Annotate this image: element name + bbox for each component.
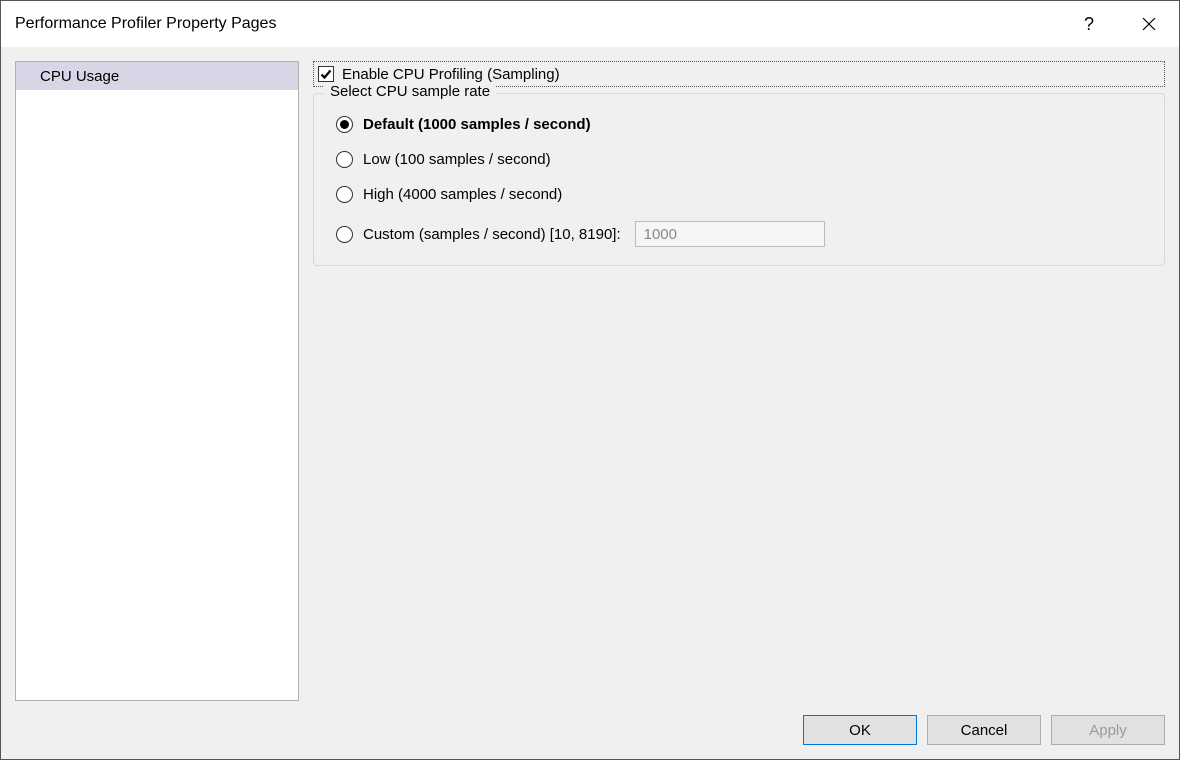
radio-row-custom[interactable]: Custom (samples / second) [10, 8190]: [336,221,1142,247]
radio-low-label: Low (100 samples / second) [363,151,551,168]
radio-row-low[interactable]: Low (100 samples / second) [336,151,1142,168]
property-pages-dialog: Performance Profiler Property Pages ? CP… [0,0,1180,760]
checkmark-icon [320,68,332,80]
custom-sample-rate-input[interactable] [635,221,825,247]
titlebar-controls: ? [1059,1,1179,47]
radio-row-high[interactable]: High (4000 samples / second) [336,186,1142,203]
sample-rate-radio-group: Default (1000 samples / second) Low (100… [336,116,1142,247]
main-area: CPU Usage Enable CPU Profiling (Sampling… [15,61,1165,701]
nav-item-cpu-usage[interactable]: CPU Usage [16,62,298,90]
apply-button[interactable]: Apply [1051,715,1165,745]
radio-default-label: Default (1000 samples / second) [363,116,591,133]
radio-custom-label: Custom (samples / second) [10, 8190]: [363,226,621,243]
category-nav: CPU Usage [15,61,299,701]
radio-row-default[interactable]: Default (1000 samples / second) [336,116,1142,133]
close-button[interactable] [1119,1,1179,47]
ok-button[interactable]: OK [803,715,917,745]
radio-high[interactable] [336,186,353,203]
settings-panel: Enable CPU Profiling (Sampling) Select C… [313,61,1165,701]
cancel-button[interactable]: Cancel [927,715,1041,745]
titlebar: Performance Profiler Property Pages ? [1,1,1179,47]
dialog-button-row: OK Cancel Apply [15,701,1165,745]
radio-high-label: High (4000 samples / second) [363,186,562,203]
sample-rate-legend: Select CPU sample rate [324,83,496,100]
close-icon [1142,17,1156,31]
dialog-content: CPU Usage Enable CPU Profiling (Sampling… [1,47,1179,759]
sample-rate-fieldset: Select CPU sample rate Default (1000 sam… [313,93,1165,266]
radio-default[interactable] [336,116,353,133]
enable-cpu-profiling-label: Enable CPU Profiling (Sampling) [342,66,560,83]
enable-cpu-profiling-checkbox[interactable] [318,66,334,82]
radio-custom[interactable] [336,226,353,243]
help-button[interactable]: ? [1059,1,1119,47]
radio-low[interactable] [336,151,353,168]
dialog-title: Performance Profiler Property Pages [15,15,276,33]
